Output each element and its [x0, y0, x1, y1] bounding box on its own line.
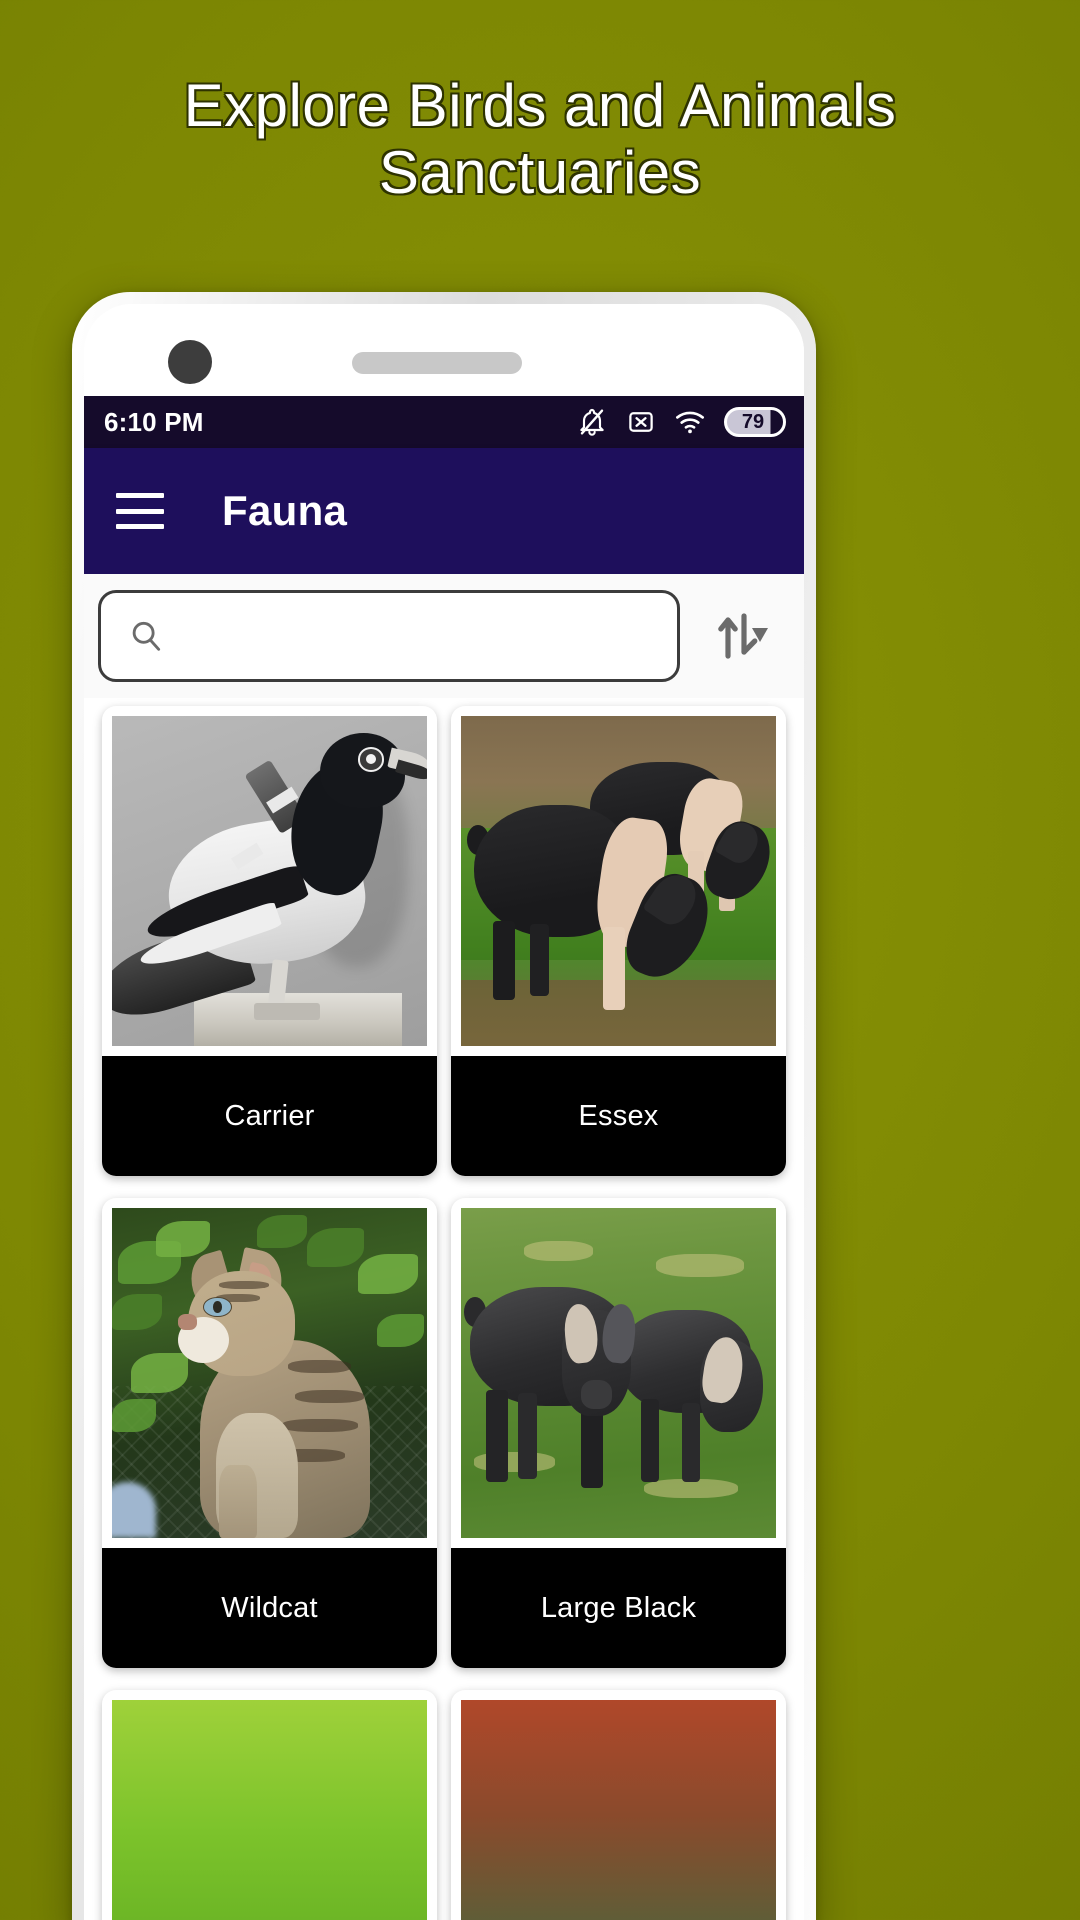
hamburger-menu-icon[interactable]	[116, 493, 164, 529]
phone-screen: 6:10 PM 79 Fauna Carrier Essex Wildcat L…	[84, 304, 804, 1920]
earpiece-speaker	[352, 352, 522, 374]
battery-level-label: 79	[741, 411, 765, 433]
animal-grid-scroll-area[interactable]: Carrier Essex Wildcat Large Black	[84, 698, 804, 1920]
sort-filter-icon[interactable]	[694, 590, 786, 682]
animal-card-label: Wildcat	[221, 1591, 318, 1624]
app-bar-title: Fauna	[222, 487, 348, 534]
animal-card[interactable]	[102, 1690, 437, 1920]
reddish-photo-partial	[461, 1700, 776, 1920]
search-field[interactable]	[98, 590, 680, 682]
animal-card-grid: Carrier Essex Wildcat Large Black	[94, 698, 794, 1920]
large-black-pigs-photo	[461, 1208, 776, 1538]
status-bar-icons: 79	[576, 406, 786, 438]
phone-notch-bar	[84, 304, 804, 396]
animal-card[interactable]	[451, 1690, 786, 1920]
wildcat-photo	[112, 1208, 427, 1538]
essex-pigs-photo	[461, 716, 776, 1046]
animal-card-label-band: Large Black	[451, 1548, 786, 1668]
animal-card-label: Large Black	[540, 1591, 697, 1624]
animal-card[interactable]: Essex	[451, 706, 786, 1176]
animal-card-label-band: Essex	[451, 1056, 786, 1176]
search-icon	[132, 621, 161, 651]
animal-card[interactable]: Carrier	[102, 706, 437, 1176]
animal-card[interactable]: Large Black	[451, 1198, 786, 1668]
status-bar: 6:10 PM 79	[84, 396, 804, 448]
status-bar-time: 6:10 PM	[104, 406, 204, 437]
front-camera-icon	[168, 340, 212, 384]
search-row	[84, 574, 804, 698]
phone-device-frame: 6:10 PM 79 Fauna Carrier Essex Wildcat L…	[72, 292, 816, 1920]
promo-header: Explore Birds and Animals Sanctuaries	[0, 0, 1080, 300]
grass-photo-partial	[112, 1700, 427, 1920]
search-input[interactable]	[181, 620, 651, 652]
animal-card[interactable]: Wildcat	[102, 1198, 437, 1668]
no-sim-icon	[629, 412, 653, 432]
animal-card-label: Carrier	[224, 1099, 315, 1132]
app-bar: Fauna	[84, 448, 804, 574]
carrier-pigeon-photo	[112, 716, 427, 1046]
animal-card-label-band: Carrier	[102, 1056, 437, 1176]
promo-title: Explore Birds and Animals Sanctuaries	[183, 72, 897, 207]
animal-card-label-band: Wildcat	[102, 1548, 437, 1668]
notifications-off-icon	[580, 408, 604, 436]
animal-card-label: Essex	[578, 1099, 659, 1132]
battery-icon: 79	[724, 407, 786, 437]
wifi-icon	[676, 411, 704, 434]
